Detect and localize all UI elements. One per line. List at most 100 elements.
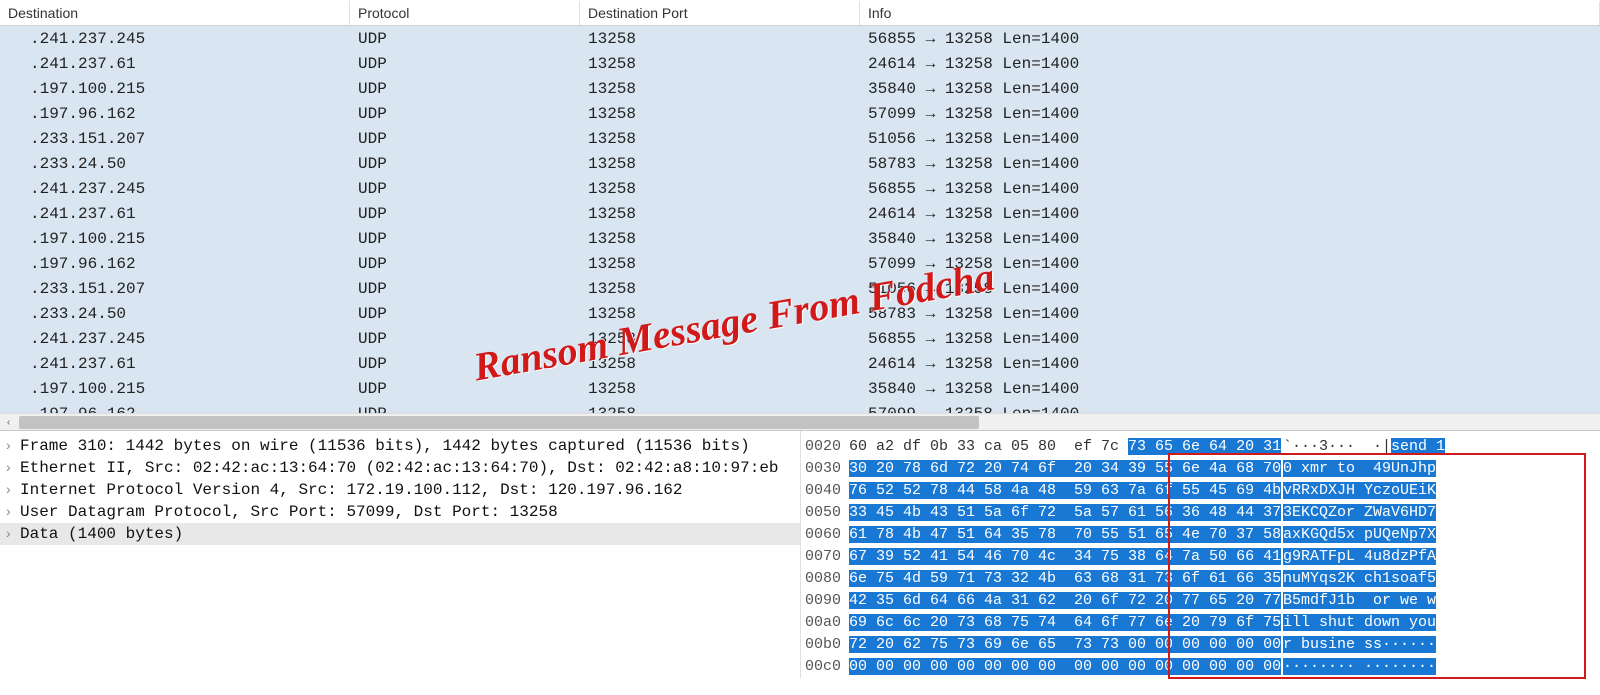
hex-row[interactable]: 007067 39 52 41 54 46 70 4c 34 75 38 64 … bbox=[801, 545, 1600, 567]
cell-destination: .241.237.61 bbox=[0, 53, 350, 75]
cell-destination: .241.237.61 bbox=[0, 353, 350, 375]
cell-port: 13258 bbox=[580, 203, 860, 225]
cell-port: 13258 bbox=[580, 278, 860, 300]
hex-row[interactable]: 00c000 00 00 00 00 00 00 00 00 00 00 00 … bbox=[801, 655, 1600, 677]
cell-port: 13258 bbox=[580, 228, 860, 250]
hex-offset: 00a0 bbox=[801, 614, 849, 631]
packet-row[interactable]: .197.100.215UDP1325835840 → 13258 Len=14… bbox=[0, 76, 1600, 101]
detail-tree-item[interactable]: User Datagram Protocol, Src Port: 57099,… bbox=[0, 501, 800, 523]
packet-row[interactable]: .233.151.207UDP1325851056 → 13258 Len=14… bbox=[0, 126, 1600, 151]
detail-tree-item[interactable]: Internet Protocol Version 4, Src: 172.19… bbox=[0, 479, 800, 501]
hex-ascii: ill shut down you bbox=[1269, 614, 1600, 631]
packet-row[interactable]: .197.100.215UDP1325835840 → 13258 Len=14… bbox=[0, 226, 1600, 251]
cell-destination: .233.151.207 bbox=[0, 128, 350, 150]
hex-bytes: 00 00 00 00 00 00 00 00 00 00 00 00 00 0… bbox=[849, 658, 1269, 675]
packet-row[interactable]: .197.96.162UDP1325857099 → 13258 Len=140… bbox=[0, 251, 1600, 276]
packet-list-header: Destination Protocol Destination Port In… bbox=[0, 0, 1600, 26]
packet-list-pane[interactable]: Destination Protocol Destination Port In… bbox=[0, 0, 1600, 430]
packet-row[interactable]: .241.237.245UDP1325856855 → 13258 Len=14… bbox=[0, 176, 1600, 201]
packet-row[interactable]: .197.96.162UDP1325857099 → 13258 Len=140… bbox=[0, 101, 1600, 126]
hex-row[interactable]: 002060 a2 df 0b 33 ca 05 80 ef 7c 73 65 … bbox=[801, 435, 1600, 457]
cell-info: 24614 → 13258 Len=1400 bbox=[860, 203, 1600, 225]
cell-destination: .233.151.207 bbox=[0, 278, 350, 300]
cell-info: 57099 → 13258 Len=1400 bbox=[860, 253, 1600, 275]
cell-info: 24614 → 13258 Len=1400 bbox=[860, 353, 1600, 375]
hex-ascii: 3EKCQZor ZWaV6HD7 bbox=[1269, 504, 1600, 521]
col-dest-port[interactable]: Destination Port bbox=[580, 1, 860, 25]
hex-bytes: 67 39 52 41 54 46 70 4c 34 75 38 64 7a 5… bbox=[849, 548, 1269, 565]
hex-bytes: 30 20 78 6d 72 20 74 6f 20 34 39 55 6e 4… bbox=[849, 460, 1269, 477]
packet-row[interactable]: .233.24.50UDP1325858783 → 13258 Len=1400 bbox=[0, 151, 1600, 176]
packet-row[interactable]: .241.237.61UDP1325824614 → 13258 Len=140… bbox=[0, 201, 1600, 226]
hex-ascii: nuMYqs2K ch1soaf5 bbox=[1269, 570, 1600, 587]
cell-info: 35840 → 13258 Len=1400 bbox=[860, 228, 1600, 250]
hex-row[interactable]: 00b072 20 62 75 73 69 6e 65 73 73 00 00 … bbox=[801, 633, 1600, 655]
cell-port: 13258 bbox=[580, 128, 860, 150]
hex-offset: 0060 bbox=[801, 526, 849, 543]
col-protocol[interactable]: Protocol bbox=[350, 1, 580, 25]
scrollbar-thumb[interactable] bbox=[19, 416, 979, 429]
packet-row[interactable]: .241.237.245UDP1325856855 → 13258 Len=14… bbox=[0, 326, 1600, 351]
cell-info: 51056 → 13258 Len=1400 bbox=[860, 278, 1600, 300]
cell-port: 13258 bbox=[580, 303, 860, 325]
hex-bytes: 33 45 4b 43 51 5a 6f 72 5a 57 61 56 36 4… bbox=[849, 504, 1269, 521]
hex-offset: 0040 bbox=[801, 482, 849, 499]
hex-ascii: 0 xmr to 49UnJhp bbox=[1269, 460, 1600, 477]
hex-row[interactable]: 00a069 6c 6c 20 73 68 75 74 64 6f 77 6e … bbox=[801, 611, 1600, 633]
hex-offset: 00c0 bbox=[801, 658, 849, 675]
col-destination[interactable]: Destination bbox=[0, 1, 350, 25]
hex-ascii: g9RATFpL 4u8dzPfA bbox=[1269, 548, 1600, 565]
cell-port: 13258 bbox=[580, 153, 860, 175]
hex-bytes: 60 a2 df 0b 33 ca 05 80 ef 7c 73 65 6e 6… bbox=[849, 438, 1269, 455]
cell-info: 24614 → 13258 Len=1400 bbox=[860, 53, 1600, 75]
packet-rows[interactable]: .241.237.245UDP1325856855 → 13258 Len=14… bbox=[0, 26, 1600, 426]
cell-port: 13258 bbox=[580, 378, 860, 400]
hex-offset: 0020 bbox=[801, 438, 849, 455]
cell-destination: .241.237.245 bbox=[0, 28, 350, 50]
hex-dump-pane[interactable]: 002060 a2 df 0b 33 ca 05 80 ef 7c 73 65 … bbox=[800, 431, 1600, 678]
detail-tree-item[interactable]: Frame 310: 1442 bytes on wire (11536 bit… bbox=[0, 435, 800, 457]
cell-port: 13258 bbox=[580, 328, 860, 350]
hex-ascii: axKGQd5x pUQeNp7X bbox=[1269, 526, 1600, 543]
cell-protocol: UDP bbox=[350, 203, 580, 225]
hex-ascii: vRRxDXJH YczoUEiK bbox=[1269, 482, 1600, 499]
packet-row[interactable]: .233.151.207UDP1325851056 → 13258 Len=14… bbox=[0, 276, 1600, 301]
cell-info: 57099 → 13258 Len=1400 bbox=[860, 103, 1600, 125]
hex-row[interactable]: 003030 20 78 6d 72 20 74 6f 20 34 39 55 … bbox=[801, 457, 1600, 479]
packet-row[interactable]: .197.100.215UDP1325835840 → 13258 Len=14… bbox=[0, 376, 1600, 401]
cell-protocol: UDP bbox=[350, 278, 580, 300]
detail-tree-item[interactable]: Data (1400 bytes) bbox=[0, 523, 800, 545]
cell-protocol: UDP bbox=[350, 378, 580, 400]
horizontal-scrollbar[interactable]: ‹ bbox=[0, 413, 1600, 430]
cell-info: 56855 → 13258 Len=1400 bbox=[860, 328, 1600, 350]
cell-destination: .197.100.215 bbox=[0, 78, 350, 100]
packet-row[interactable]: .241.237.61UDP1325824614 → 13258 Len=140… bbox=[0, 351, 1600, 376]
hex-row[interactable]: 004076 52 52 78 44 58 4a 48 59 63 7a 6f … bbox=[801, 479, 1600, 501]
hex-bytes: 72 20 62 75 73 69 6e 65 73 73 00 00 00 0… bbox=[849, 636, 1269, 653]
cell-destination: .241.237.245 bbox=[0, 178, 350, 200]
cell-destination: .197.96.162 bbox=[0, 103, 350, 125]
hex-offset: 0050 bbox=[801, 504, 849, 521]
packet-row[interactable]: .241.237.245UDP1325856855 → 13258 Len=14… bbox=[0, 26, 1600, 51]
hex-ascii: r busine ss······ bbox=[1269, 636, 1600, 653]
cell-protocol: UDP bbox=[350, 228, 580, 250]
hex-bytes: 76 52 52 78 44 58 4a 48 59 63 7a 6f 55 4… bbox=[849, 482, 1269, 499]
hex-row[interactable]: 009042 35 6d 64 66 4a 31 62 20 6f 72 20 … bbox=[801, 589, 1600, 611]
detail-tree-item[interactable]: Ethernet II, Src: 02:42:ac:13:64:70 (02:… bbox=[0, 457, 800, 479]
hex-offset: 0030 bbox=[801, 460, 849, 477]
hex-offset: 0090 bbox=[801, 592, 849, 609]
cell-port: 13258 bbox=[580, 53, 860, 75]
scroll-left-icon[interactable]: ‹ bbox=[0, 414, 17, 431]
cell-port: 13258 bbox=[580, 28, 860, 50]
col-info[interactable]: Info bbox=[860, 1, 1600, 25]
packet-row[interactable]: .241.237.61UDP1325824614 → 13258 Len=140… bbox=[0, 51, 1600, 76]
cell-info: 58783 → 13258 Len=1400 bbox=[860, 153, 1600, 175]
cell-protocol: UDP bbox=[350, 303, 580, 325]
hex-row[interactable]: 005033 45 4b 43 51 5a 6f 72 5a 57 61 56 … bbox=[801, 501, 1600, 523]
packet-details-pane[interactable]: Frame 310: 1442 bytes on wire (11536 bit… bbox=[0, 431, 800, 678]
cell-port: 13258 bbox=[580, 178, 860, 200]
hex-row[interactable]: 006061 78 4b 47 51 64 35 78 70 55 51 65 … bbox=[801, 523, 1600, 545]
hex-row[interactable]: 00806e 75 4d 59 71 73 32 4b 63 68 31 73 … bbox=[801, 567, 1600, 589]
cell-protocol: UDP bbox=[350, 253, 580, 275]
packet-row[interactable]: .233.24.50UDP1325858783 → 13258 Len=1400 bbox=[0, 301, 1600, 326]
